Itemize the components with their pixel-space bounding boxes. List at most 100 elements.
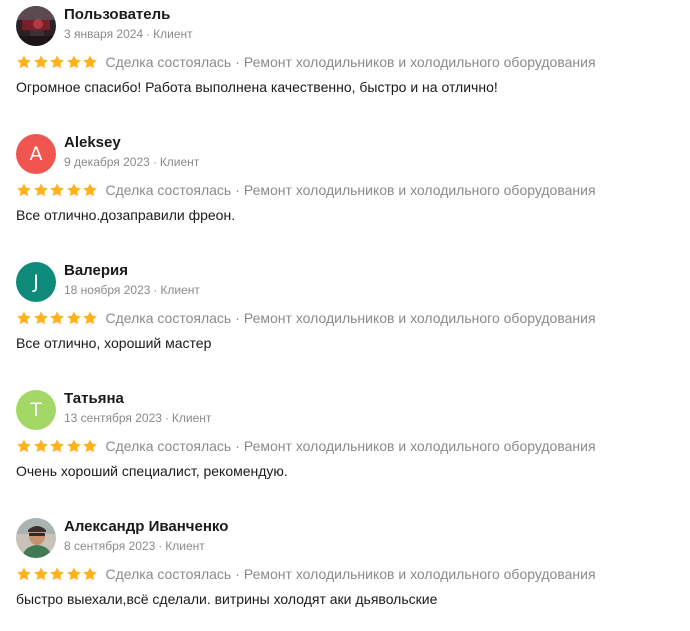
rating-stars bbox=[16, 438, 99, 454]
star-icon bbox=[50, 439, 64, 453]
reviewer-role: Клиент bbox=[153, 27, 193, 41]
reviewer-name[interactable]: Валерия bbox=[64, 262, 128, 280]
review-text: Огромное спасибо! Работа выполнена качес… bbox=[16, 79, 498, 95]
review-text: Очень хороший специалист, рекомендую. bbox=[16, 463, 288, 479]
reviewer-role: Клиент bbox=[165, 539, 205, 553]
service-category: Ремонт холодильников и холодильного обор… bbox=[243, 310, 596, 326]
avatar[interactable]: T bbox=[16, 390, 56, 430]
star-icon bbox=[83, 439, 97, 453]
rating-line: Сделка состоялась · Ремонт холодильников и… bbox=[16, 565, 596, 583]
review-date: 9 декабря 2023 bbox=[64, 155, 150, 169]
deal-status: Сделка состоялась bbox=[105, 438, 232, 454]
deal-info: Сделка состоялась · Ремонт холодильников и… bbox=[106, 309, 596, 327]
star-icon bbox=[50, 567, 64, 581]
service-category: Ремонт холодильников и холодильного обор… bbox=[243, 438, 596, 454]
star-icon bbox=[66, 311, 81, 325]
deal-info: Сделка состоялась · Ремонт холодильников и… bbox=[106, 181, 596, 199]
deal-info: Сделка состоялась · Ремонт холодильников и… bbox=[106, 565, 596, 583]
reviewer-role: Клиент bbox=[159, 155, 200, 169]
deal-status: Сделка состоялась bbox=[105, 54, 232, 70]
avatar-letter: J bbox=[33, 271, 39, 293]
rating-stars bbox=[16, 54, 99, 70]
rating-stars bbox=[16, 310, 99, 326]
service-category: Ремонт холодильников и холодильного обор… bbox=[243, 182, 596, 198]
rating-line: Сделка состоялась · Ремонт холодильников и… bbox=[16, 437, 596, 455]
star-icon bbox=[17, 567, 31, 581]
avatar[interactable] bbox=[16, 6, 56, 46]
reviewer-role: Клиент bbox=[171, 411, 212, 425]
meta-separator: · bbox=[158, 539, 163, 553]
rating-stars bbox=[16, 566, 99, 582]
deal-status: Сделка состоялась bbox=[105, 182, 232, 198]
star-icon bbox=[83, 183, 97, 197]
star-icon bbox=[66, 439, 81, 453]
star-icon bbox=[17, 439, 31, 453]
review-text: Все отлично, хороший мастер bbox=[16, 335, 212, 351]
meta-separator: · bbox=[152, 155, 157, 169]
review-item: T Татьяна 13 сентября 2023 · Клиент Сделка… bbox=[16, 390, 676, 500]
service-category: Ремонт холодильников и холодильного обор… bbox=[243, 566, 596, 582]
star-icon bbox=[66, 567, 81, 581]
service-category: Ремонт холодильников и холодильного обор… bbox=[243, 54, 596, 70]
star-icon bbox=[83, 567, 97, 581]
review-item: A Aleksey 9 декабря 2023 · Клиент Сделка с… bbox=[16, 134, 676, 244]
review-date: 8 сентября 2023 bbox=[64, 539, 156, 553]
star-icon bbox=[33, 439, 48, 453]
review-item: Пользователь 3 января 2024 · Клиент Сделка… bbox=[16, 6, 676, 116]
reviewer-role: Клиент bbox=[160, 283, 200, 297]
deal-info: Сделка состоялась · Ремонт холодильников и… bbox=[106, 53, 596, 71]
rating-line: Сделка состоялась · Ремонт холодильников и… bbox=[16, 309, 596, 327]
user-photo-icon bbox=[16, 6, 56, 46]
avatar-letter: A bbox=[29, 143, 43, 165]
star-icon bbox=[33, 311, 48, 325]
deal-separator: · bbox=[235, 54, 240, 70]
reviewer-name[interactable]: Татьяна bbox=[64, 390, 124, 408]
star-icon bbox=[50, 183, 64, 197]
review-item: J Валерия 18 ноября 2023 · Клиент Сделка с… bbox=[16, 262, 676, 372]
review-date: 18 ноября 2023 bbox=[64, 283, 151, 297]
reviewer-name[interactable]: Пользователь bbox=[64, 6, 170, 24]
rating-line: Сделка состоялась · Ремонт холодильников и… bbox=[16, 181, 596, 199]
review-meta: 13 сентября 2023 · Клиент bbox=[64, 411, 211, 426]
star-icon bbox=[33, 183, 48, 197]
review-text: Все отлично.дозаправили фреон. bbox=[16, 207, 236, 223]
review-meta: 8 сентября 2023 · Клиент bbox=[64, 539, 205, 554]
star-icon bbox=[33, 567, 48, 581]
meta-separator: · bbox=[153, 283, 158, 297]
reviewer-name[interactable]: Aleksey bbox=[64, 134, 121, 152]
deal-separator: · bbox=[235, 438, 240, 454]
deal-separator: · bbox=[235, 182, 240, 198]
avatar[interactable]: A bbox=[16, 134, 56, 174]
rating-line: Сделка состоялась · Ремонт холодильников и… bbox=[16, 53, 596, 71]
review-meta: 9 декабря 2023 · Клиент bbox=[64, 155, 199, 170]
deal-separator: · bbox=[235, 310, 240, 326]
meta-separator: · bbox=[164, 411, 169, 425]
star-icon bbox=[83, 311, 97, 325]
review-meta: 18 ноября 2023 · Клиент bbox=[64, 283, 200, 298]
avatar-letter: T bbox=[30, 399, 42, 421]
star-icon bbox=[17, 183, 31, 197]
rating-stars bbox=[16, 182, 99, 198]
review-text: быстро выехали,всё сделали. витрины холо… bbox=[16, 591, 438, 607]
star-icon bbox=[66, 55, 81, 69]
star-icon bbox=[50, 311, 64, 325]
star-icon bbox=[17, 311, 31, 325]
star-icon bbox=[66, 183, 81, 197]
avatar[interactable]: J bbox=[16, 262, 56, 302]
deal-separator: · bbox=[235, 566, 240, 582]
deal-status: Сделка состоялась bbox=[105, 566, 232, 582]
review-item: Александр Иванченко 8 сентября 2023 · Клие… bbox=[16, 518, 676, 628]
star-icon bbox=[33, 55, 48, 69]
reviewer-name[interactable]: Александр Иванченко bbox=[64, 518, 228, 536]
deal-info: Сделка состоялась · Ремонт холодильников и… bbox=[106, 437, 596, 455]
user-photo-icon bbox=[16, 518, 56, 558]
meta-separator: · bbox=[146, 27, 151, 41]
deal-status: Сделка состоялась bbox=[105, 310, 232, 326]
star-icon bbox=[83, 55, 97, 69]
star-icon bbox=[50, 55, 64, 69]
avatar[interactable] bbox=[16, 518, 56, 558]
review-meta: 3 января 2024 · Клиент bbox=[64, 27, 193, 42]
review-date: 3 января 2024 bbox=[64, 27, 144, 41]
review-date: 13 сентября 2023 bbox=[64, 411, 162, 425]
star-icon bbox=[17, 55, 31, 69]
